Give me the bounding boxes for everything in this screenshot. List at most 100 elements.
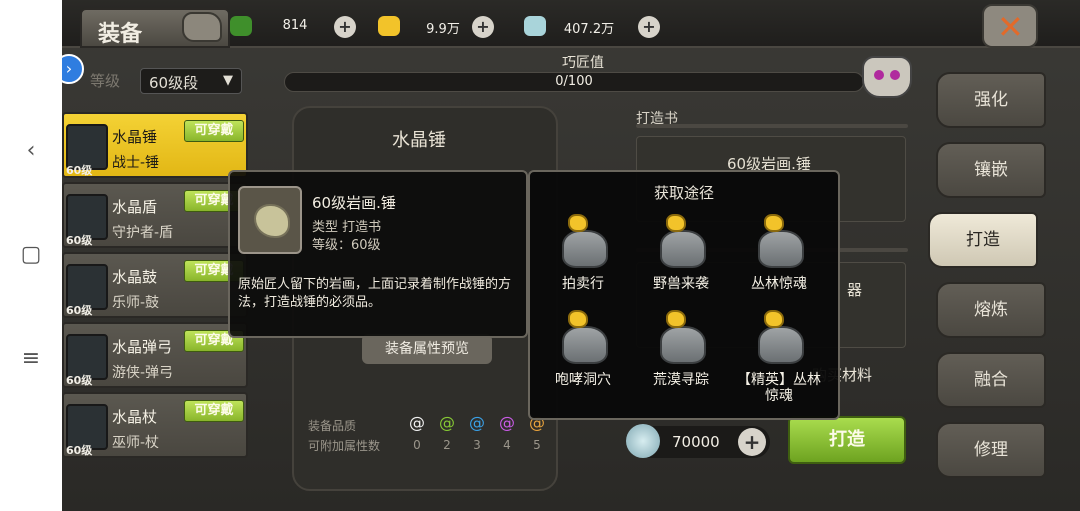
tab-repair[interactable]: 修理 xyxy=(936,422,1046,478)
extra-attr-label: 可附加属性数 xyxy=(308,439,381,453)
ore-rock-icon xyxy=(758,310,804,364)
source-label: 丛林惊魂 xyxy=(751,276,807,292)
quality-attr-count: 4 xyxy=(503,438,511,452)
equipment-item-crystal-hammer[interactable]: 60级 水晶锤 战士-锤 可穿戴 xyxy=(62,112,248,178)
attribute-preview-button[interactable]: 装备属性预览 xyxy=(362,334,492,364)
shell-icon xyxy=(626,424,660,458)
game-screen: 装备 814 + 9.9万 + 407.2万 + ✕ › 等级 60级段 ▼ 6… xyxy=(62,0,1080,511)
quality-attr-count: 3 xyxy=(473,438,481,452)
tab-strengthen[interactable]: 强化 xyxy=(936,72,1046,128)
quality-legend: 装备品质 可附加属性数 xyxy=(308,416,380,456)
tab-label: 打造 xyxy=(966,230,1000,250)
item-class: 乐师-鼓 xyxy=(112,295,160,311)
close-button[interactable]: ✕ xyxy=(982,4,1038,48)
acquisition-source[interactable]: 【精英】丛林惊魂 xyxy=(734,310,824,410)
item-name: 水晶盾 xyxy=(112,198,158,216)
equipment-item-crystal-slingshot[interactable]: 60级 水晶弹弓 游侠-弹弓 可穿戴 xyxy=(62,322,248,388)
wearable-badge: 可穿戴 xyxy=(184,120,244,142)
craft-item-title: 水晶锤 xyxy=(392,130,446,151)
add-shell-button[interactable]: + xyxy=(738,428,766,456)
ore-rock-icon xyxy=(562,214,608,268)
acquisition-source[interactable]: 野兽来袭 xyxy=(636,214,726,314)
source-label: 拍卖行 xyxy=(562,276,604,292)
level-filter-select[interactable]: 60级段 ▼ xyxy=(140,68,242,94)
item-name: 水晶鼓 xyxy=(112,268,158,286)
ore-rock-icon xyxy=(660,310,706,364)
android-nav-bar: ‹ ▢ ≡ xyxy=(0,0,62,511)
close-icon: ✕ xyxy=(997,8,1024,46)
tab-label: 熔炼 xyxy=(974,300,1008,320)
skill-value: 0/100 xyxy=(555,74,593,89)
item-level: 60级 xyxy=(66,234,93,247)
rock-decoration xyxy=(182,12,222,42)
top-bar: 装备 814 + 9.9万 + 407.2万 + ✕ xyxy=(62,0,1080,48)
source-label: 荒漠寻踪 xyxy=(653,372,709,388)
material-name: 器 xyxy=(847,281,863,299)
item-name: 水晶锤 xyxy=(112,128,158,146)
add-shell-button[interactable]: + xyxy=(638,16,660,38)
item-level: 60级 xyxy=(66,304,93,317)
item-class: 游侠-弹弓 xyxy=(112,365,174,381)
tab-smelt[interactable]: 熔炼 xyxy=(936,282,1046,338)
expand-arrow-icon[interactable]: › xyxy=(62,54,84,84)
item-class: 巫师-杖 xyxy=(112,435,160,451)
acquisition-source[interactable]: 咆哮洞穴 xyxy=(538,310,628,410)
tab-label: 融合 xyxy=(974,370,1008,390)
tooltip-description: 原始匠人留下的岩画，上面记录着制作战锤的方法，打造战锤的必须品。 xyxy=(238,277,512,310)
shell-value: 407.2万 xyxy=(563,22,615,37)
tab-label: 镶嵌 xyxy=(974,160,1008,180)
item-level: 60级 xyxy=(66,444,93,457)
gold-value: 9.9万 xyxy=(426,22,460,37)
acquisition-source[interactable]: 荒漠寻踪 xyxy=(636,310,726,410)
equipment-item-crystal-shield[interactable]: 60级 水晶盾 守护者-盾 可穿戴 xyxy=(62,182,248,248)
source-label: 野兽来袭 xyxy=(653,276,709,292)
back-icon[interactable]: ‹ xyxy=(18,138,44,164)
forge-cost: 70000 + xyxy=(626,424,770,458)
rock-painting-icon xyxy=(238,186,302,254)
ore-rock-icon xyxy=(660,214,706,268)
tab-forge[interactable]: 打造 xyxy=(928,212,1038,268)
chevron-down-icon: ▼ xyxy=(223,73,233,88)
item-class: 守护者-盾 xyxy=(112,225,174,241)
acquisition-source[interactable]: 拍卖行 xyxy=(538,214,628,314)
acquisition-source[interactable]: 丛林惊魂 xyxy=(734,214,824,314)
menu-icon[interactable]: ≡ xyxy=(18,346,44,372)
ore-rock-icon xyxy=(562,310,608,364)
tab-inlay[interactable]: 镶嵌 xyxy=(936,142,1046,198)
home-icon[interactable]: ▢ xyxy=(18,242,44,268)
quality-attr-count: 5 xyxy=(533,438,541,452)
add-gold-button[interactable]: + xyxy=(472,16,494,38)
skull-icon[interactable] xyxy=(862,56,912,98)
quality-attr-count: 2 xyxy=(443,438,451,452)
wearable-badge: 可穿戴 xyxy=(184,400,244,422)
quality-attr-count: 0 xyxy=(413,438,421,452)
source-label: 咆哮洞穴 xyxy=(555,372,611,388)
quality-swirl-icon: @ xyxy=(469,413,485,432)
acquisition-title: 获取途径 xyxy=(653,184,714,202)
quality-label: 装备品质 xyxy=(308,419,357,433)
equipment-item-crystal-staff[interactable]: 60级 水晶杖 巫师-杖 可穿戴 xyxy=(62,392,248,458)
quality-swirl-icon: @ xyxy=(409,413,425,432)
item-name: 水晶弹弓 xyxy=(112,338,173,356)
add-stamina-button[interactable]: + xyxy=(334,16,356,38)
item-tooltip: 60级岩画.锤 类型 打造书 等级：60级 原始匠人留下的岩画，上面记录着制作战… xyxy=(228,170,528,338)
shell-icon xyxy=(524,16,546,36)
skill-progress-bar: 0/100 xyxy=(284,72,864,92)
item-level: 60级 xyxy=(66,374,93,387)
tooltip-level: 等级：60级 xyxy=(312,238,381,253)
item-name: 水晶杖 xyxy=(112,408,158,426)
skill-label: 巧匠值 xyxy=(562,55,604,71)
tab-fuse[interactable]: 融合 xyxy=(936,352,1046,408)
forge-button[interactable]: 打造 xyxy=(788,416,906,464)
ore-rock-icon xyxy=(758,214,804,268)
tab-label: 强化 xyxy=(974,90,1008,110)
quality-swirl-icon: @ xyxy=(439,413,455,432)
equipment-item-crystal-drum[interactable]: 60级 水晶鼓 乐师-鼓 可穿戴 xyxy=(62,252,248,318)
cost-value: 70000 xyxy=(672,433,720,451)
item-level: 60级 xyxy=(66,164,93,177)
level-filter-value: 60级段 xyxy=(149,74,199,92)
quality-swirl-icon: @ xyxy=(499,413,515,432)
item-class: 战士-锤 xyxy=(112,155,160,171)
divider xyxy=(636,124,908,128)
acquisition-panel: 获取途径 拍卖行 野兽来袭 丛林惊魂咆哮洞穴 荒漠寻踪 【精英】丛林惊魂 xyxy=(528,170,840,420)
